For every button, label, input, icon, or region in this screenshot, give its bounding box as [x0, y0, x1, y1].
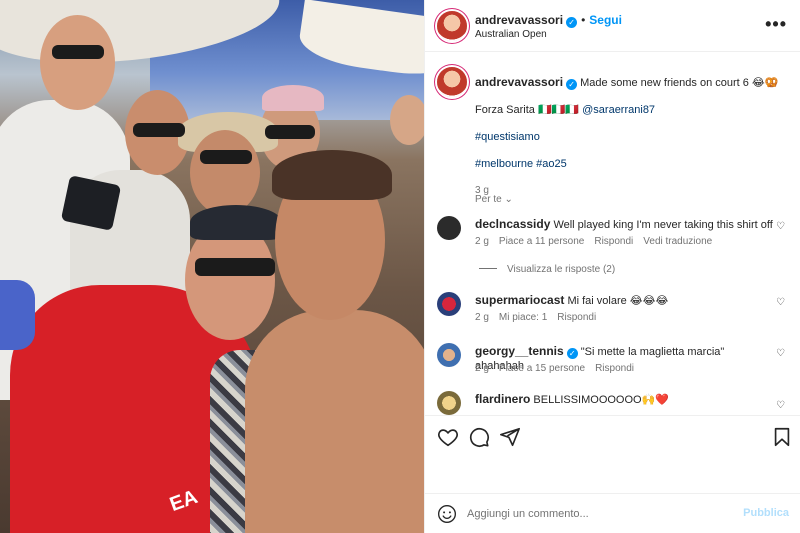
caption-username[interactable]: andrevavassori	[475, 75, 563, 89]
comment-body: declncassidy Well played king I'm never …	[475, 217, 775, 232]
comment-avatar[interactable]	[437, 292, 461, 316]
post-location[interactable]: Australian Open	[475, 29, 547, 40]
caption-timestamp[interactable]: 3 g	[475, 184, 785, 198]
photo-dark-cap	[190, 205, 282, 240]
emoji-smiley-icon[interactable]	[437, 504, 457, 524]
chevron-down-icon: ⌄	[504, 194, 513, 205]
more-options-icon[interactable]: •••	[765, 14, 787, 35]
caption-hashtag-link[interactable]: #questisiamo	[475, 130, 785, 144]
save-bookmark-icon[interactable]	[771, 426, 793, 448]
caption-first-line: andrevavassori ✓ Made some new friends on…	[475, 75, 785, 90]
photo-sunglasses	[52, 45, 104, 59]
post-actions-bar	[425, 415, 800, 495]
comment-time[interactable]: 2 g	[475, 312, 489, 323]
like-comment-heart-icon[interactable]: ♡	[776, 221, 785, 232]
verified-badge-icon: ✓	[566, 79, 578, 90]
reply-button[interactable]: Rispondi	[595, 363, 634, 374]
photo-pink-cap	[262, 85, 324, 111]
caption-hashtags-link[interactable]: #melbourne #ao25	[475, 157, 785, 171]
comment-username[interactable]: georgy__tennis	[475, 344, 564, 358]
for-you-toggle[interactable]: Per te ⌄	[475, 194, 513, 205]
comment-meta: 2 g Piace a 11 persone Rispondi Vedi traduz…	[475, 236, 722, 247]
comments-section[interactable]: andrevavassori ✓ Made some new friends on…	[425, 53, 800, 415]
like-comment-heart-icon[interactable]: ♡	[776, 297, 785, 308]
verified-badge-icon: ✓	[566, 348, 578, 359]
photo-sunglasses	[200, 150, 252, 164]
follow-button[interactable]: Segui	[589, 13, 622, 27]
photo-sunglasses	[195, 258, 275, 276]
comment-username[interactable]: declncassidy	[475, 217, 550, 231]
publish-button[interactable]: Pubblica	[743, 507, 789, 519]
add-comment-input[interactable]	[467, 504, 727, 524]
comment-text: BELLISSIMOOOOOO🙌❤️	[533, 394, 669, 406]
photo-sunglasses	[265, 125, 315, 139]
caption-text-block: andrevavassori ✓ Made some new friends on…	[475, 75, 785, 211]
comment-username[interactable]: supermariocast	[475, 293, 564, 307]
caption-second-line: Forza Sarita 🇮🇹🇮🇹🇮🇹 @saraerrani87	[475, 103, 785, 117]
comment-likes[interactable]: Mi piace: 1	[499, 312, 547, 323]
like-comment-heart-icon[interactable]: ♡	[776, 400, 785, 411]
photo-sunglasses	[133, 123, 185, 137]
comment-username[interactable]: flardinero	[475, 392, 530, 406]
photo-face	[390, 95, 424, 145]
comment-text: Mi fai volare 😂😂😂	[567, 295, 669, 307]
comment-text: Well played king I'm never taking this s…	[553, 219, 773, 231]
photo-hair	[272, 150, 392, 200]
caption-avatar[interactable]	[437, 67, 467, 97]
like-heart-icon[interactable]	[437, 426, 459, 448]
post-photo[interactable]: EA	[0, 0, 424, 533]
photo-blue-sleeve	[0, 280, 35, 350]
for-you-label: Per te	[475, 194, 502, 205]
author-username[interactable]: andrevavassori	[475, 13, 563, 27]
comment-likes[interactable]: Piace a 15 persone	[499, 363, 585, 374]
post-side-panel: andrevavassori ✓ • Segui Australian Open ••…	[424, 0, 800, 533]
comment-avatar[interactable]	[437, 391, 461, 415]
add-comment-bar: Pubblica	[425, 493, 800, 533]
comment-time[interactable]: 2 g	[475, 236, 489, 247]
comment-meta: 2 g Mi piace: 1 Rispondi	[475, 312, 606, 323]
comment-meta: 2 g Piace a 15 persone Rispondi	[475, 363, 644, 374]
comment-avatar[interactable]	[437, 343, 461, 367]
share-paper-plane-icon[interactable]	[499, 426, 521, 448]
comment-avatar[interactable]	[437, 216, 461, 240]
author-avatar[interactable]	[437, 11, 467, 41]
author-line: andrevavassori ✓ • Segui	[475, 12, 622, 28]
separator-dot: •	[581, 13, 586, 27]
post-header: andrevavassori ✓ • Segui Australian Open ••…	[425, 0, 800, 52]
like-comment-heart-icon[interactable]: ♡	[776, 348, 785, 359]
comment-time[interactable]: 2 g	[475, 363, 489, 374]
caption-text: Made some new friends on court 6 😂🥨	[580, 77, 779, 89]
photo-torso	[245, 310, 424, 533]
photo-face	[190, 130, 260, 215]
photo-face	[40, 15, 115, 110]
comment-likes[interactable]: Piace a 11 persone	[499, 236, 584, 247]
verified-badge-icon: ✓	[566, 17, 578, 28]
translate-button[interactable]: Vedi traduzione	[643, 236, 712, 247]
reply-button[interactable]: Rispondi	[557, 312, 596, 323]
view-replies-button[interactable]: Visualizza le risposte (2)	[479, 264, 615, 275]
caption-mention-link[interactable]: @saraerrani87	[582, 104, 655, 116]
comment-body: flardinero BELLISSIMOOOOOO🙌❤️	[475, 392, 775, 407]
caption-line2-text: Forza Sarita 🇮🇹🇮🇹🇮🇹	[475, 104, 580, 116]
comment-body: supermariocast Mi fai volare 😂😂😂	[475, 293, 775, 308]
comment-bubble-icon[interactable]	[468, 426, 490, 448]
reply-button[interactable]: Rispondi	[594, 236, 633, 247]
